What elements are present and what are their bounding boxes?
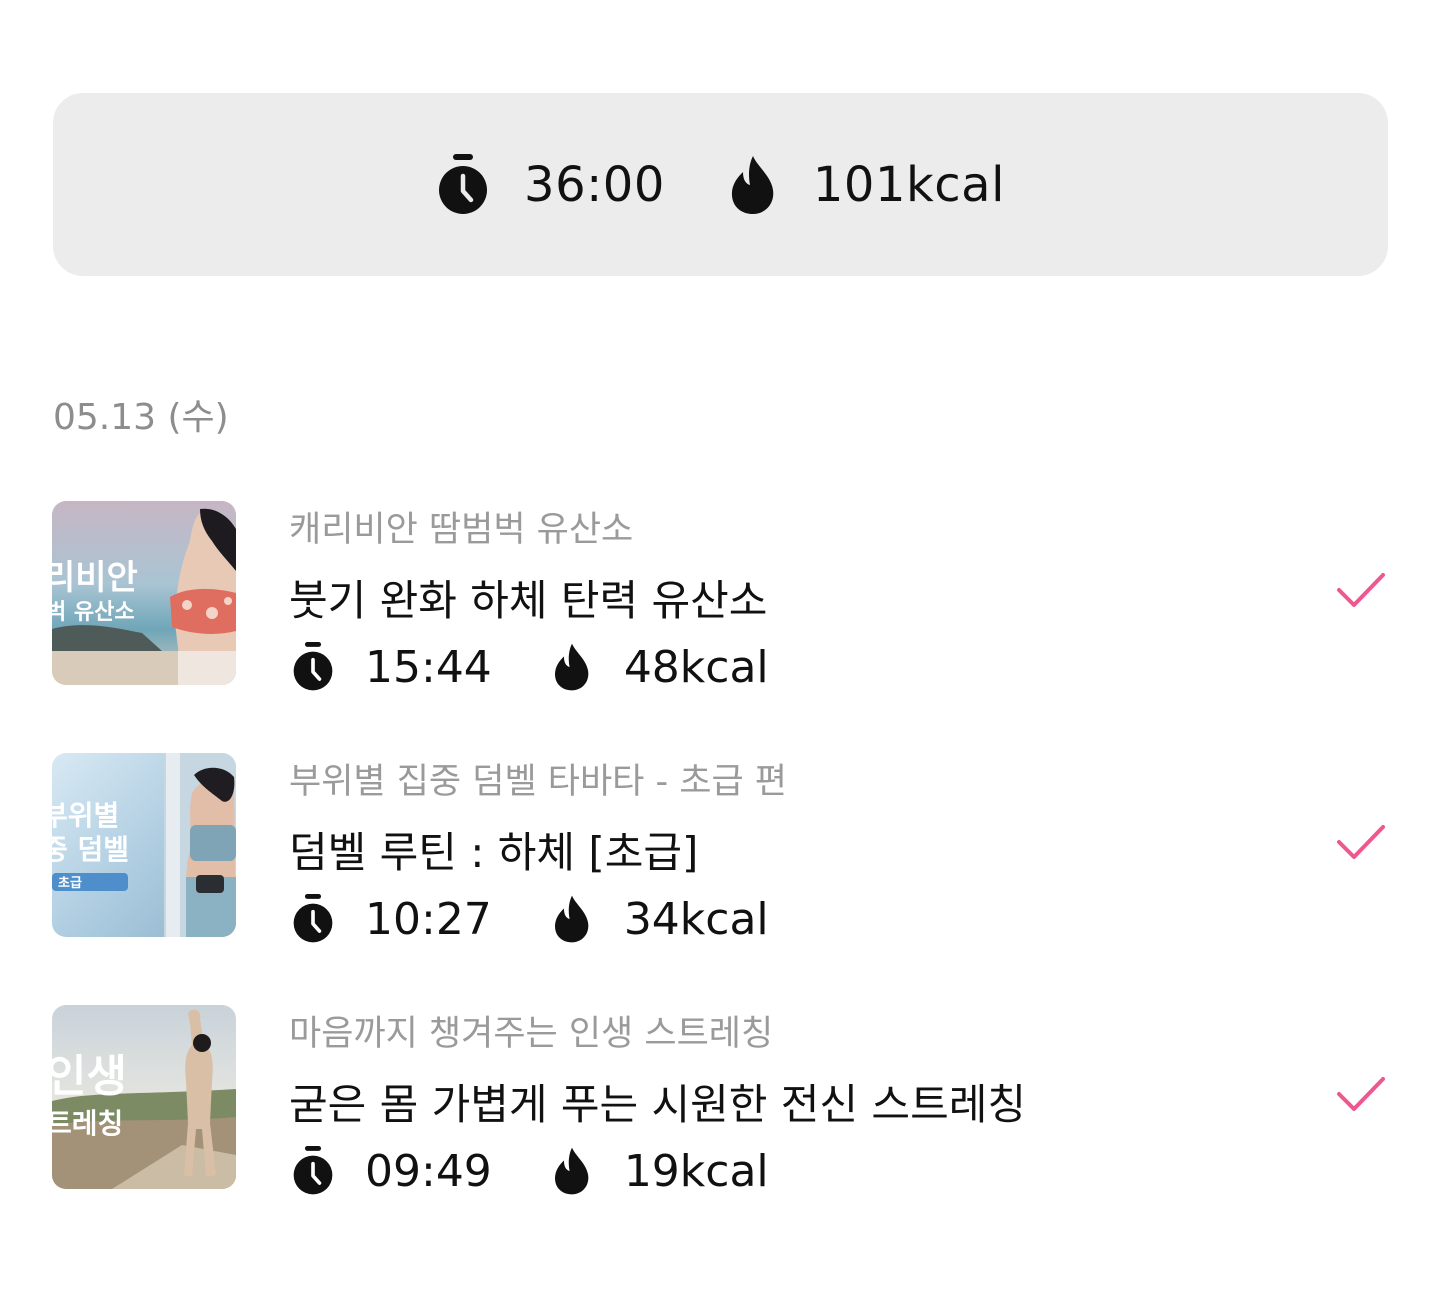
thumb-text: 리비안: [52, 558, 138, 598]
flame-icon: [550, 642, 624, 692]
thumb-text: 초급: [58, 876, 82, 891]
workout-calories-value: 34kcal: [623, 893, 769, 945]
flame-icon: [550, 1146, 624, 1196]
workout-duration: 15:44: [291, 642, 492, 693]
workout-duration: 09:49: [291, 1146, 492, 1197]
completed-check-icon: [1336, 571, 1386, 611]
workout-calories: 19kcal: [550, 1146, 769, 1197]
flame-icon: [550, 894, 624, 944]
date-header: 05.13 (수): [53, 397, 229, 438]
thumb-text: 부위별: [52, 799, 119, 832]
workout-meta: 10:27 34kcal: [291, 891, 769, 947]
thumb-text: 중 덤벨: [52, 833, 129, 866]
completed-check-icon: [1336, 1075, 1386, 1115]
thumb-text: 인생: [52, 1051, 127, 1102]
workout-thumbnail[interactable]: 부위별 중 덤벨 초급: [52, 753, 236, 937]
workout-list-item[interactable]: 인생 트레칭 마음까지 챙겨주는 인생 스트레칭 굳은 몸 가볍게 푸는 시원한…: [0, 1005, 1440, 1197]
workout-series: 캐리비안 땀범벅 유산소: [289, 510, 634, 550]
workout-duration-value: 09:49: [365, 1145, 492, 1197]
total-calories-value: 101kcal: [812, 156, 1005, 213]
workout-thumbnail[interactable]: 리비안 벅 유산소: [52, 501, 236, 685]
workout-duration: 10:27: [291, 894, 492, 945]
workout-summary-card: 36:00 101kcal: [53, 93, 1388, 276]
stopwatch-icon: [291, 642, 365, 692]
workout-list-item[interactable]: 부위별 중 덤벨 초급 부위별 집중 덤벨 타바타 - 초급 편 덤벨 루틴 :…: [0, 753, 1440, 945]
total-calories: 101kcal: [727, 154, 1005, 216]
workout-calories-value: 48kcal: [623, 641, 769, 693]
flame-icon: [727, 154, 813, 216]
workout-calories: 48kcal: [550, 642, 769, 693]
stopwatch-icon: [291, 894, 365, 944]
total-duration: 36:00: [436, 153, 665, 216]
workout-duration-value: 10:27: [365, 893, 492, 945]
workout-calories-value: 19kcal: [623, 1145, 769, 1197]
completed-check-icon: [1336, 823, 1386, 863]
workout-calories: 34kcal: [550, 894, 769, 945]
total-duration-value: 36:00: [524, 156, 665, 213]
thumb-text: 트레칭: [52, 1107, 123, 1140]
workout-thumbnail[interactable]: 인생 트레칭: [52, 1005, 236, 1189]
workout-title: 덤벨 루틴 : 하체 [초급]: [289, 828, 699, 877]
workout-meta: 09:49 19kcal: [291, 1143, 769, 1199]
workout-duration-value: 15:44: [365, 641, 492, 693]
workout-title: 굳은 몸 가볍게 푸는 시원한 전신 스트레칭: [289, 1080, 1026, 1129]
thumb-text: 벅 유산소: [52, 600, 135, 625]
workout-series: 부위별 집중 덤벨 타바타 - 초급 편: [289, 762, 787, 802]
stopwatch-icon: [291, 1146, 365, 1196]
workout-list-item[interactable]: 리비안 벅 유산소 캐리비안 땀범벅 유산소 붓기 완화 하체 탄력 유산소 1…: [0, 501, 1440, 693]
stopwatch-icon: [436, 153, 524, 216]
workout-series: 마음까지 챙겨주는 인생 스트레칭: [289, 1014, 774, 1054]
workout-title: 붓기 완화 하체 탄력 유산소: [289, 576, 768, 625]
workout-meta: 15:44 48kcal: [291, 639, 769, 695]
